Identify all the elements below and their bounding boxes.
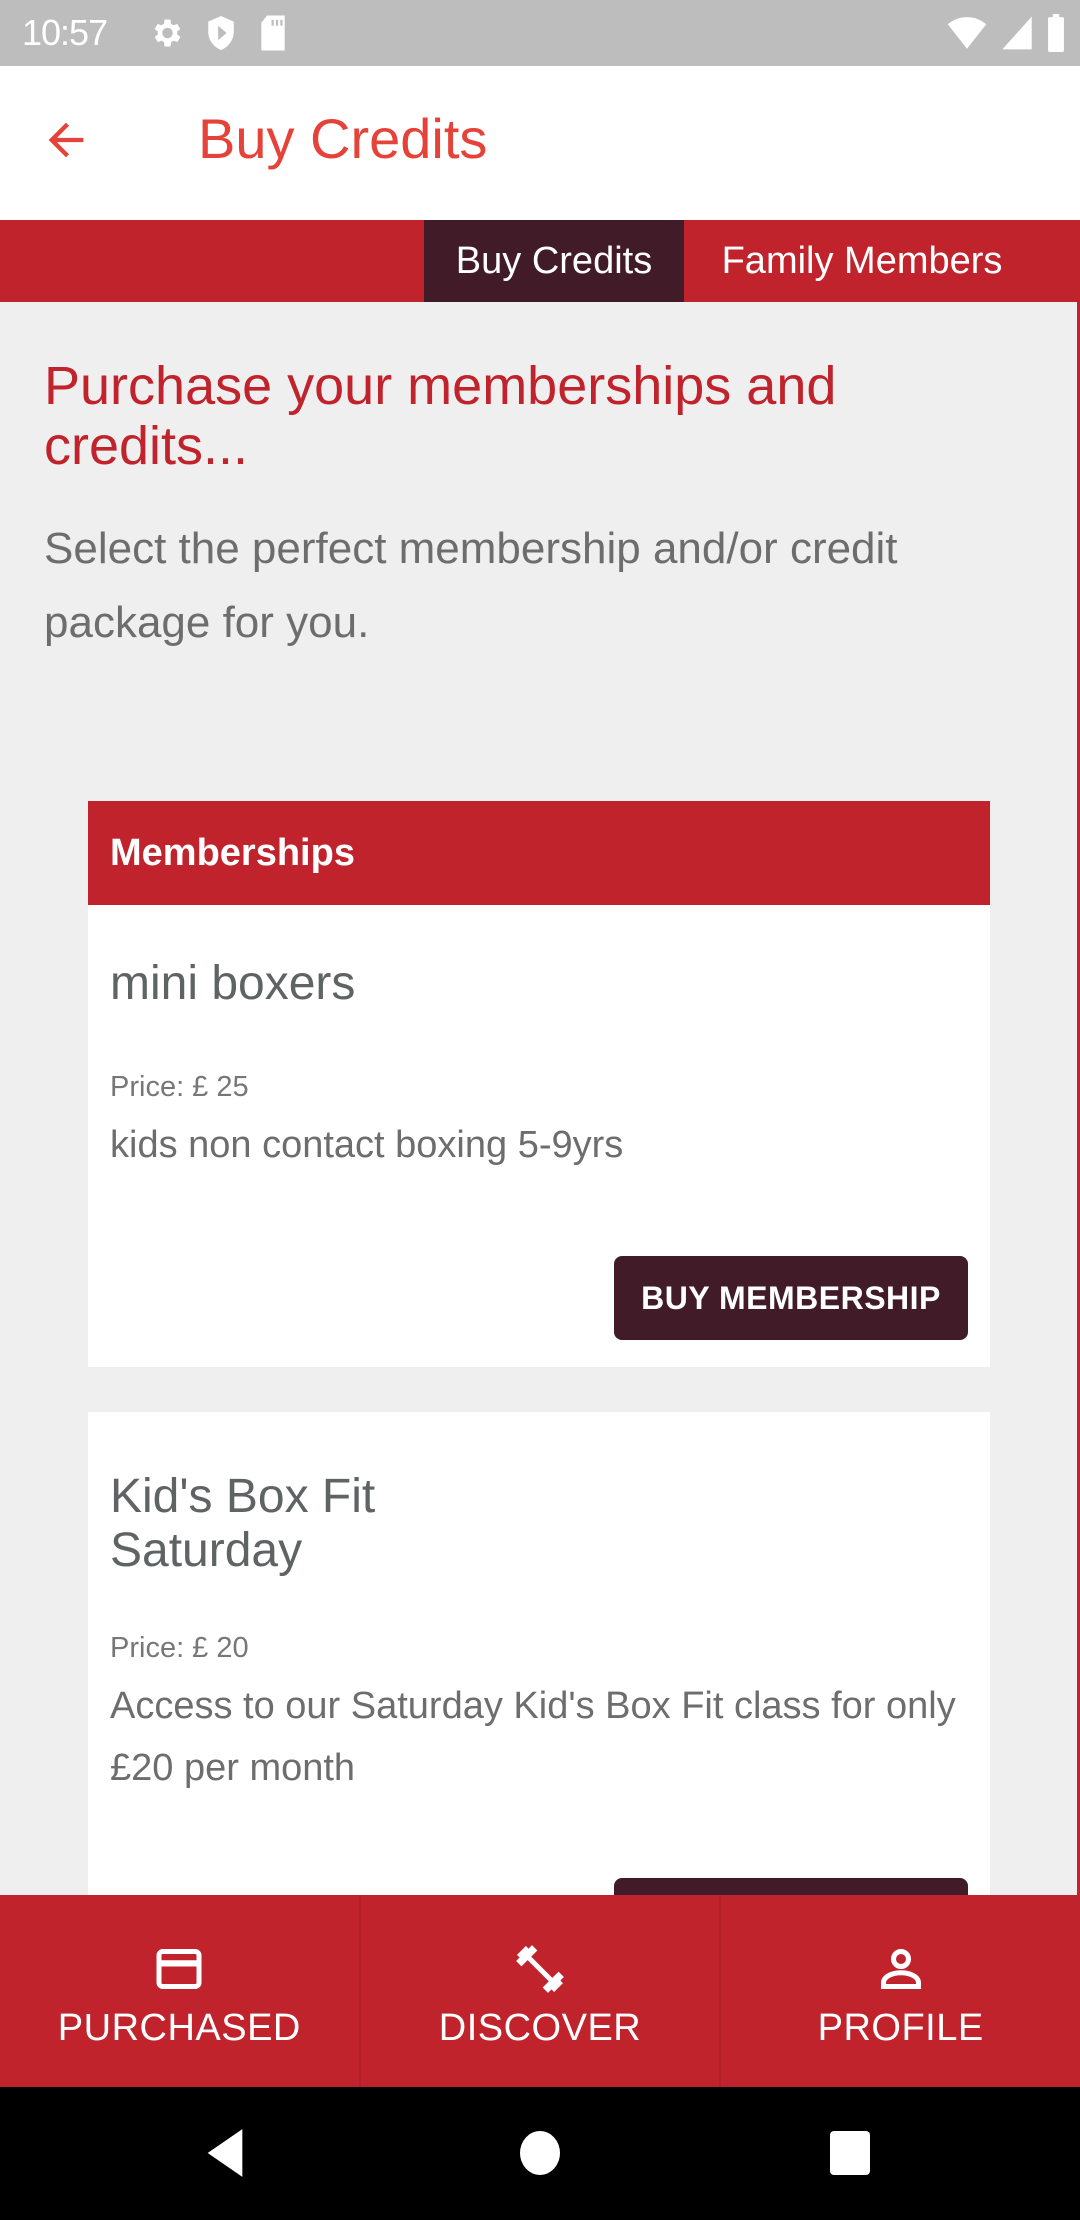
system-back-icon[interactable]: [202, 2127, 248, 2179]
buy-membership-button[interactable]: BUY MEMBERSHIP: [614, 1256, 968, 1340]
membership-name: mini boxers: [110, 957, 356, 1010]
memberships-section-header: Memberships: [88, 801, 990, 905]
tab-family-members[interactable]: Family Members: [684, 220, 1040, 302]
system-home-icon[interactable]: [518, 2127, 562, 2179]
page-title: Buy Credits: [198, 107, 488, 170]
tab-bar: Buy Credits Family Members: [0, 220, 1080, 302]
system-nav-bar: [0, 2087, 1080, 2220]
app-bar: Buy Credits: [0, 66, 1080, 220]
membership-name-line: Kid's Box Fit: [110, 1470, 376, 1523]
membership-name: Kid's Box Fit Saturday: [110, 1470, 375, 1578]
battery-icon: [1048, 14, 1064, 52]
membership-name-line: Saturday: [110, 1524, 303, 1577]
membership-card: Memberships mini boxers Price: £ 25 kids…: [88, 801, 990, 1367]
settings-icon: [154, 19, 181, 47]
nav-purchased[interactable]: PURCHASED: [0, 1895, 361, 2087]
membership-price: Price: £ 25: [110, 1071, 249, 1103]
nav-discover[interactable]: DISCOVER: [360, 1895, 722, 2087]
system-recents-icon[interactable]: [828, 2127, 872, 2179]
status-time: 10:57: [22, 12, 108, 53]
wifi-icon: [947, 17, 987, 49]
back-button[interactable]: [40, 114, 112, 174]
nav-label: DISCOVER: [438, 2007, 642, 2049]
nav-label: PURCHASED: [57, 2007, 301, 2049]
status-icons-right: [946, 14, 1066, 52]
membership-card: Kid's Box Fit Saturday Price: £ 20 Acces…: [88, 1412, 990, 1962]
sd-card-icon: [261, 15, 285, 51]
membership-description: Access to our Saturday Kid's Box Fit cla…: [110, 1685, 956, 1789]
status-bar: 10:57: [0, 0, 1080, 66]
membership-description: kids non contact boxing 5-9yrs: [110, 1124, 624, 1166]
intro-heading: Purchase your memberships and credits...: [44, 356, 837, 476]
bottom-nav: PURCHASED DISCOVER PROFILE: [0, 1895, 1080, 2087]
person-icon: [880, 1949, 921, 1989]
dumbbell-icon: [516, 1945, 564, 1993]
status-icons-left: [148, 14, 288, 52]
nav-profile[interactable]: PROFILE: [721, 1895, 1080, 2087]
nav-label: PROFILE: [817, 2007, 984, 2049]
tab-buy-credits[interactable]: Buy Credits: [424, 220, 684, 302]
shield-play-icon: [208, 16, 234, 50]
intro-subtitle: Select the perfect membership and/or cre…: [44, 524, 898, 647]
signal-icon: [1002, 16, 1032, 50]
arrow-left-icon: [48, 122, 84, 158]
credit-card-icon: [156, 1949, 202, 1989]
membership-price: Price: £ 20: [110, 1632, 249, 1664]
